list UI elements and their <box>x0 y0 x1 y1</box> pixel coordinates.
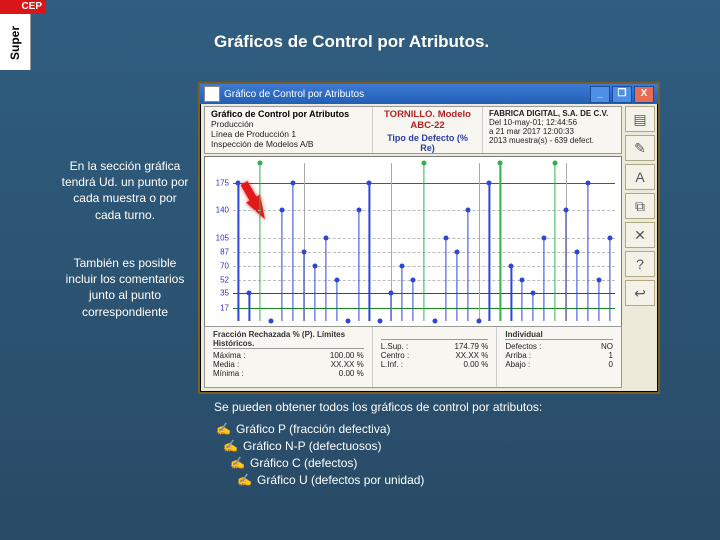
bottom-item: Gráfico C (defectos) <box>228 456 680 470</box>
data-point <box>563 208 568 213</box>
data-point <box>411 277 416 282</box>
app-screenshot: Gráfico de Control por Atributos _ ❐ X ▤… <box>198 82 660 394</box>
y-tick-label: 175 <box>209 178 229 187</box>
stats-row: L.Sup. :174.79 % <box>381 342 489 351</box>
stats-row: Abajo :0 <box>505 360 613 369</box>
data-point <box>356 208 361 213</box>
data-point <box>596 277 601 282</box>
y-tick-label: 52 <box>209 275 229 284</box>
hp-type: Tipo de Defecto (% Re) <box>379 133 476 153</box>
brand-ribbon: CEP Super <box>0 0 31 70</box>
stats-row: Arriba :1 <box>505 351 613 360</box>
bottom-intro: Se pueden obtener todos los gráficos de … <box>214 400 680 414</box>
data-point <box>367 180 372 185</box>
hp-company: FABRICA DIGITAL, S.A. DE C.V. <box>489 109 615 118</box>
data-point <box>389 291 394 296</box>
hp-r2: a 21 mar 2017 12:00:33 <box>489 127 615 136</box>
data-point <box>574 250 579 255</box>
edit-icon[interactable]: ✎ <box>625 135 655 161</box>
window-icon <box>204 86 220 102</box>
hp-left-l3: Inspección de Modelos A/B <box>211 139 366 149</box>
side-note-2: También es posible incluir los comentari… <box>60 255 190 320</box>
data-point <box>280 208 285 213</box>
right-toolbar: ▤ ✎ A ⧉ ✕? ↩ <box>625 106 655 306</box>
bottom-item: Gráfico N-P (defectuosos) <box>221 439 680 453</box>
data-point <box>607 236 612 241</box>
data-point <box>269 319 274 324</box>
y-tick-label: 105 <box>209 234 229 243</box>
window-title: Gráfico de Control por Atributos <box>224 89 364 100</box>
stats-row: Media :XX.XX % <box>213 360 364 369</box>
data-point <box>443 236 448 241</box>
hp-product: TORNILLO. Modelo ABC-22 <box>379 109 476 131</box>
stats-row: Defectos :NO <box>505 342 613 351</box>
data-point <box>432 319 437 324</box>
data-point <box>334 277 339 282</box>
hp-r1: Del 10-may-01; 12:44:56 <box>489 118 615 127</box>
hp-left-l1: Producción <box>211 119 366 129</box>
back-icon[interactable]: ↩ <box>625 280 655 306</box>
y-tick-label: 140 <box>209 206 229 215</box>
side-note-1: En la sección gráfica tendrá Ud. un punt… <box>60 158 190 223</box>
chart-icon[interactable]: ▤ <box>625 106 655 132</box>
hp-r3: 2013 muestra(s) - 639 defect. <box>489 136 615 145</box>
data-point <box>476 319 481 324</box>
stats-heading: Individual <box>505 330 613 340</box>
data-point <box>323 236 328 241</box>
brand-tag: CEP <box>0 0 46 14</box>
window-min-button[interactable]: _ <box>590 86 610 103</box>
data-point <box>585 180 590 185</box>
data-point <box>378 319 383 324</box>
data-point <box>247 291 252 296</box>
stats-row: L.Inf. :0.00 % <box>381 360 489 369</box>
data-point <box>291 180 296 185</box>
y-tick-label: 35 <box>209 289 229 298</box>
data-point <box>422 161 427 166</box>
stats-row: Máxima :100.00 % <box>213 351 364 360</box>
y-tick-label: 87 <box>209 248 229 257</box>
y-tick-label: 70 <box>209 261 229 270</box>
window-max-button[interactable]: ❐ <box>612 86 632 103</box>
font-icon[interactable]: A <box>625 164 655 190</box>
stats-row: Centro :XX.XX % <box>381 351 489 360</box>
slide-title: Gráficos de Control por Atributos. <box>214 32 489 52</box>
data-point <box>498 161 503 166</box>
stats-panel: Fracción Rechazada % (P). Límites Histór… <box>204 326 622 388</box>
bottom-text-block: Se pueden obtener todos los gráficos de … <box>214 400 680 490</box>
data-point <box>520 277 525 282</box>
stats-heading: Fracción Rechazada % (P). Límites Histór… <box>213 330 364 349</box>
data-point <box>509 263 514 268</box>
data-point <box>487 180 492 185</box>
data-point <box>301 250 306 255</box>
data-point <box>454 250 459 255</box>
data-point <box>345 319 350 324</box>
data-point <box>312 263 317 268</box>
copy-icon[interactable]: ⧉ <box>625 193 655 219</box>
bottom-item: Gráfico P (fracción defectiva) <box>214 422 680 436</box>
window-close-button[interactable]: X <box>634 86 654 103</box>
window-titlebar: Gráfico de Control por Atributos _ ❐ X <box>200 84 658 104</box>
hp-left-l2: Línea de Producción 1 <box>211 129 366 139</box>
data-point <box>400 263 405 268</box>
data-point <box>542 236 547 241</box>
control-chart: 173552708710514017513/5/2316/5/1416/5/15 <box>204 156 622 342</box>
y-tick-label: 17 <box>209 303 229 312</box>
chart-header-panel: Gráfico de Control por Atributos Producc… <box>204 106 622 154</box>
data-point <box>465 208 470 213</box>
stats-row: Mínima :0.00 % <box>213 369 364 378</box>
tools-icon[interactable]: ✕ <box>625 222 655 248</box>
help-icon[interactable]: ? <box>625 251 655 277</box>
data-point <box>236 180 241 185</box>
data-point <box>258 161 263 166</box>
bottom-item: Gráfico U (defectos por unidad) <box>235 473 680 487</box>
brand-vertical-text: Super <box>8 8 22 78</box>
hp-left-title: Gráfico de Control por Atributos <box>211 109 366 119</box>
data-point <box>552 161 557 166</box>
data-point <box>531 291 536 296</box>
